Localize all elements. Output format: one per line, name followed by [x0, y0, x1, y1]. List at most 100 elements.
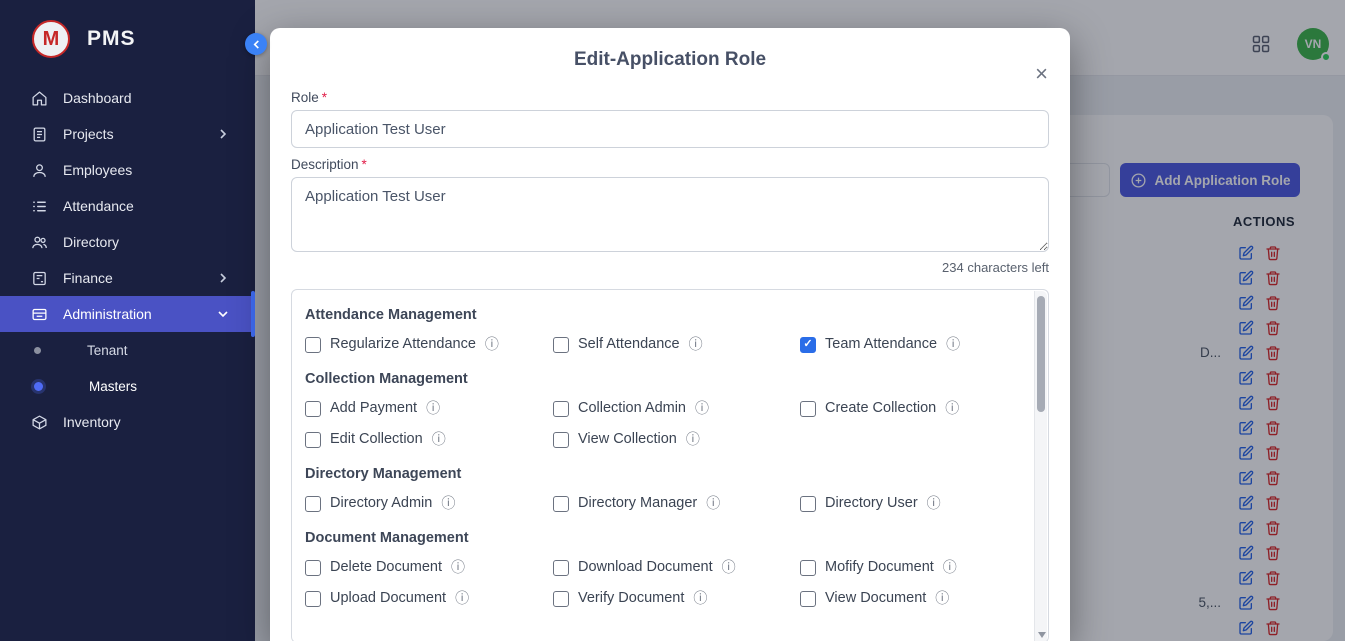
permission-option[interactable]: Directory Admin ⓘ [305, 495, 553, 512]
sidebar-item-label: Directory [63, 234, 119, 250]
permission-option[interactable]: Mofify Documentⓘ [800, 559, 1008, 576]
info-icon[interactable]: ⓘ [485, 336, 499, 353]
permission-grid: Directory AdminⓘDirectory ManagerⓘDirect… [305, 495, 1008, 512]
checkbox[interactable] [553, 401, 569, 417]
permission-option[interactable]: ✓Team Attendanceⓘ [800, 336, 1008, 353]
permission-group: Collection Management Add PaymentⓘCollect… [305, 372, 1008, 448]
permission-option-label: Delete Document [330, 559, 442, 576]
sidebar-item-inventory[interactable]: Inventory [0, 404, 255, 440]
permission-group: Directory ManagementDirectory AdminⓘDire… [305, 467, 1008, 512]
scrollbar-thumb[interactable] [1037, 296, 1045, 412]
checkbox[interactable] [305, 496, 321, 512]
scrollbar[interactable] [1034, 291, 1047, 641]
sidebar-item-employees[interactable]: Employees [0, 152, 255, 188]
permission-option[interactable]: Regularize Attendance ⓘ [305, 336, 553, 353]
description-textarea[interactable]: Application Test User [291, 177, 1049, 252]
permission-option[interactable]: Download Document ⓘ [553, 559, 800, 576]
checkbox[interactable] [305, 401, 321, 417]
checkbox-checked[interactable]: ✓ [800, 337, 816, 353]
permission-group-title: Collection Management [305, 372, 1008, 387]
dialog-title: Edit-Application Role [291, 28, 1049, 70]
checkbox[interactable] [305, 337, 321, 353]
info-icon[interactable]: ⓘ [722, 559, 736, 576]
info-icon[interactable]: ⓘ [451, 559, 465, 576]
attendance-icon [31, 198, 48, 215]
permission-option[interactable]: Delete Document ⓘ [305, 559, 553, 576]
info-icon[interactable]: ⓘ [927, 495, 941, 512]
sidebar-item-dashboard[interactable]: Dashboard [0, 80, 255, 116]
checkbox[interactable] [800, 591, 816, 607]
checkbox[interactable] [800, 560, 816, 576]
permission-option[interactable]: Create Collectionⓘ [800, 400, 1008, 417]
sidebar-item-label: Masters [89, 379, 137, 394]
permission-option[interactable]: Upload Documentⓘ [305, 590, 553, 607]
permission-group-title: Directory Management [305, 467, 1008, 482]
info-icon[interactable]: ⓘ [695, 400, 709, 417]
employee-icon [31, 162, 48, 179]
permission-option[interactable]: Edit Collectionⓘ [305, 431, 553, 448]
chevron-right-icon [218, 273, 228, 283]
sidebar-item-attendance[interactable]: Attendance [0, 188, 255, 224]
sidebar-item-directory[interactable]: Directory [0, 224, 255, 260]
description-field-label: Description* [291, 157, 1049, 173]
scroll-down-arrow-icon[interactable] [1038, 632, 1046, 638]
permission-option-label: Verify Document [578, 590, 684, 607]
info-icon[interactable]: ⓘ [432, 431, 446, 448]
required-mark: * [322, 90, 327, 105]
permission-group: Document ManagementDelete DocumentⓘDownl… [305, 531, 1008, 607]
sidebar-item-label: Employees [63, 162, 132, 178]
permission-option-label: Regularize Attendance [330, 336, 476, 353]
checkbox[interactable] [305, 432, 321, 448]
permission-grid: Add PaymentⓘCollection AdminⓘCreate Coll… [305, 400, 1008, 448]
info-icon[interactable]: ⓘ [689, 336, 703, 353]
info-icon[interactable]: ⓘ [426, 400, 440, 417]
home-icon [31, 90, 48, 107]
permission-option[interactable]: Directory Managerⓘ [553, 495, 800, 512]
info-icon[interactable]: ⓘ [945, 400, 959, 417]
permission-grid: Delete DocumentⓘDownload DocumentⓘMofify… [305, 559, 1008, 607]
chevron-down-icon [218, 309, 228, 319]
sidebar-item-administration[interactable]: Administration [0, 296, 255, 332]
info-icon[interactable]: ⓘ [441, 495, 455, 512]
sidebar-item-projects[interactable]: Projects [0, 116, 255, 152]
info-icon[interactable]: ⓘ [686, 431, 700, 448]
checkbox[interactable] [305, 591, 321, 607]
permission-option-label: Download Document [578, 559, 713, 576]
sidebar-item-label: Projects [63, 126, 114, 142]
role-input[interactable] [291, 110, 1049, 148]
checkbox[interactable] [553, 560, 569, 576]
info-icon[interactable]: ⓘ [455, 590, 469, 607]
permission-option[interactable]: Collection Adminⓘ [553, 400, 800, 417]
info-icon[interactable]: ⓘ [706, 495, 720, 512]
info-icon[interactable]: ⓘ [935, 590, 949, 607]
checkbox[interactable] [800, 401, 816, 417]
permission-option-label: Directory Admin [330, 495, 432, 512]
chevron-right-icon [218, 129, 228, 139]
close-icon[interactable]: × [1035, 64, 1048, 84]
permission-option[interactable]: View Collectionⓘ [553, 431, 800, 448]
sidebar-subitem-masters[interactable]: Masters [0, 368, 255, 404]
sidebar-nav: Dashboard Projects Employees [0, 80, 255, 440]
bullet-icon [34, 382, 43, 391]
checkbox[interactable] [800, 496, 816, 512]
permission-option[interactable]: Directory Userⓘ [800, 495, 1008, 512]
info-icon[interactable]: ⓘ [693, 590, 707, 607]
app-logo: M PMS [0, 0, 255, 70]
checkbox[interactable] [553, 337, 569, 353]
sidebar-collapse-button[interactable] [245, 33, 267, 55]
permission-option[interactable]: Add Paymentⓘ [305, 400, 553, 417]
checkbox[interactable] [553, 496, 569, 512]
finance-icon [31, 270, 48, 287]
permission-option[interactable]: Self Attendanceⓘ [553, 336, 800, 353]
info-icon[interactable]: ⓘ [946, 336, 960, 353]
permission-option[interactable]: View Documentⓘ [800, 590, 1008, 607]
checkbox[interactable] [305, 560, 321, 576]
inventory-icon [31, 414, 48, 431]
permission-option[interactable]: Verify Document ⓘ [553, 590, 800, 607]
sidebar-item-label: Administration [63, 306, 152, 322]
checkbox[interactable] [553, 432, 569, 448]
sidebar-subitem-tenant[interactable]: Tenant [0, 332, 255, 368]
info-icon[interactable]: ⓘ [943, 559, 957, 576]
sidebar-item-finance[interactable]: Finance [0, 260, 255, 296]
checkbox[interactable] [553, 591, 569, 607]
